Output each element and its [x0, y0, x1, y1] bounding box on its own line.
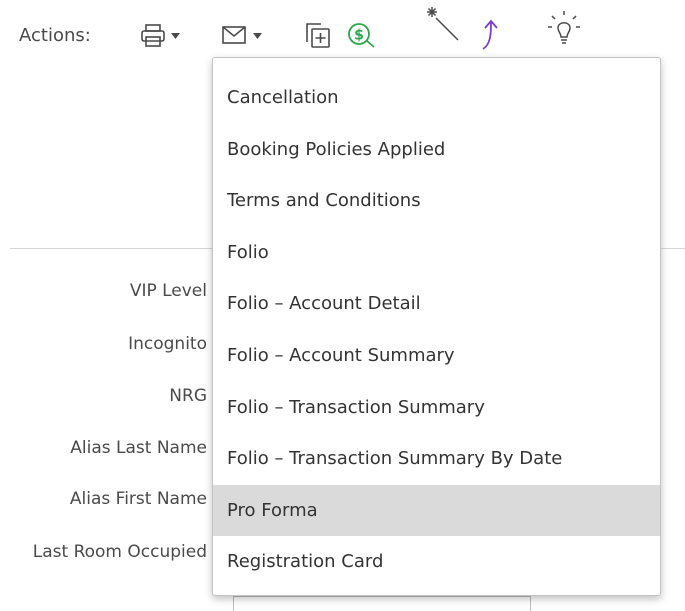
menu-item-booking-policies-applied[interactable]: Booking Policies Applied [213, 124, 660, 176]
svg-text:$: $ [354, 28, 364, 44]
menu-item-folio[interactable]: Folio [213, 227, 660, 279]
menu-item-folio-transaction-summary[interactable]: Folio – Transaction Summary [213, 382, 660, 434]
actions-label: Actions: [19, 25, 91, 46]
menu-item-folio-account-summary[interactable]: Folio – Account Summary [213, 330, 660, 382]
menu-item-folio-account-detail[interactable]: Folio – Account Detail [213, 278, 660, 330]
email-actions-menu: Cancellation Booking Policies Applied Te… [212, 57, 661, 596]
nrg-label: NRG [169, 386, 207, 406]
menu-item-pro-forma[interactable]: Pro Forma [213, 484, 660, 537]
lightbulb-icon[interactable] [546, 10, 582, 50]
payment-icon[interactable]: $ [346, 20, 378, 50]
menu-item-terms-and-conditions[interactable]: Terms and Conditions [213, 175, 660, 227]
upload-arrow-icon[interactable] [478, 18, 502, 52]
vip-level-label: VIP Level [129, 281, 207, 301]
printer-dropdown-icon[interactable] [140, 22, 184, 48]
magic-wand-icon[interactable] [424, 6, 464, 44]
email-dropdown-icon[interactable] [221, 22, 267, 48]
incognito-label: Incognito [128, 334, 207, 354]
last-room-occupied-label: Last Room Occupied [32, 542, 207, 562]
add-copy-icon[interactable] [304, 20, 332, 50]
menu-item-registration-card[interactable]: Registration Card [213, 536, 660, 588]
alias-first-name-label: Alias First Name [69, 489, 207, 509]
alias-last-name-label: Alias Last Name [70, 438, 207, 458]
menu-item-cancellation[interactable]: Cancellation [213, 72, 660, 124]
menu-item-folio-transaction-summary-by-date[interactable]: Folio – Transaction Summary By Date [213, 433, 660, 485]
